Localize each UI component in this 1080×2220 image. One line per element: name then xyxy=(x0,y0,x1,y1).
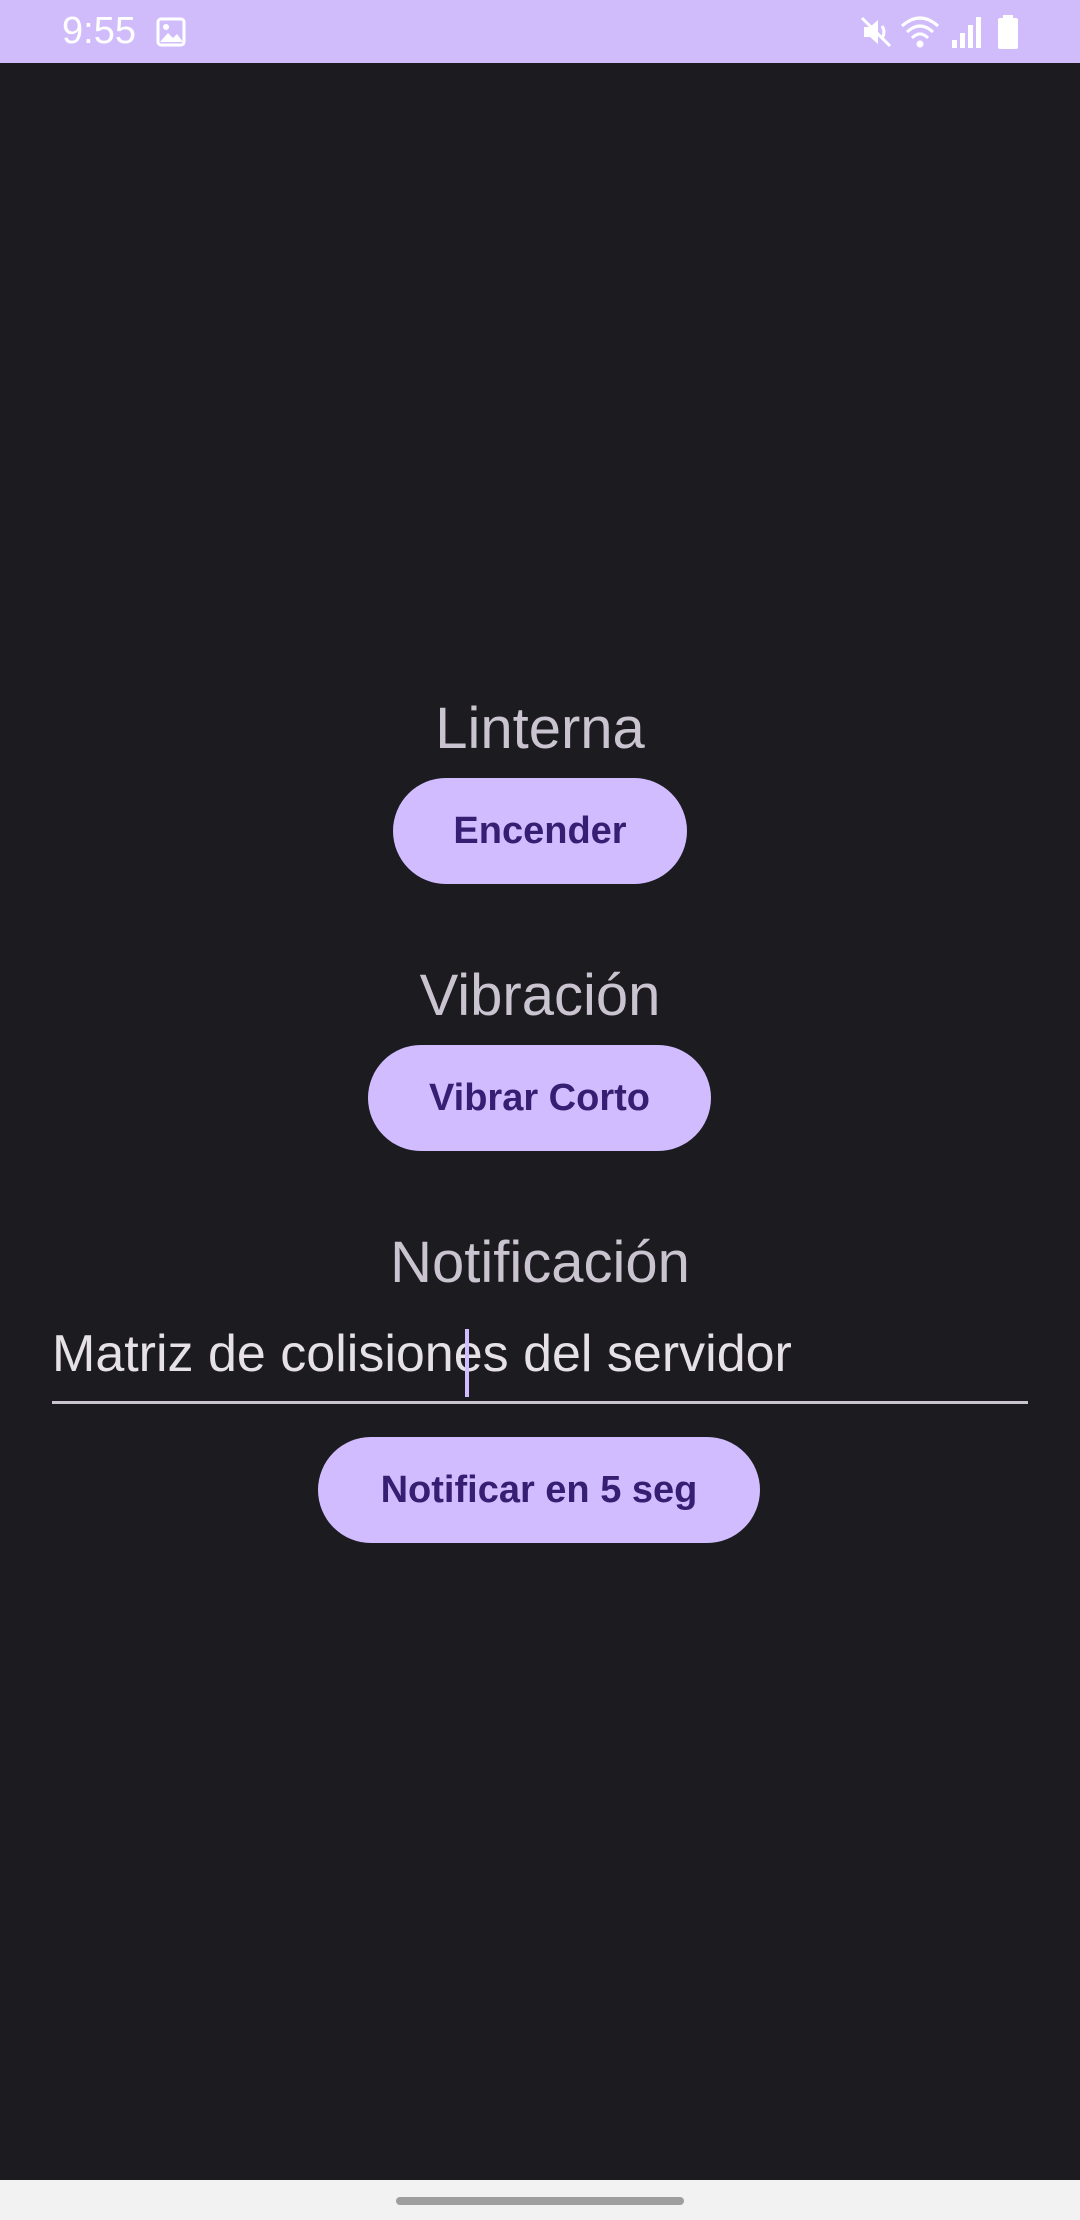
flashlight-on-button[interactable]: Encender xyxy=(393,778,687,884)
notification-title: Notificación xyxy=(390,1230,690,1295)
image-icon xyxy=(156,17,186,47)
signal-icon xyxy=(952,17,981,48)
wifi-icon xyxy=(901,16,939,48)
vibrate-short-button[interactable]: Vibrar Corto xyxy=(368,1045,711,1151)
status-time: 9:55 xyxy=(62,10,136,52)
notify-in-5-seconds-button[interactable]: Notificar en 5 seg xyxy=(318,1437,760,1543)
status-bar: 9:55 xyxy=(0,0,1080,63)
mute-icon xyxy=(860,16,892,48)
battery-icon xyxy=(998,15,1018,49)
home-gesture-handle[interactable] xyxy=(396,2197,684,2205)
text-caret xyxy=(465,1329,469,1397)
flashlight-title: Linterna xyxy=(435,696,645,761)
navigation-bar xyxy=(0,2180,1080,2220)
notification-text-input[interactable]: Matriz de colisiones del servidor xyxy=(52,1318,1028,1404)
notification-text-value: Matriz de colisiones del servidor xyxy=(52,1325,792,1383)
vibration-title: Vibración xyxy=(419,963,661,1028)
